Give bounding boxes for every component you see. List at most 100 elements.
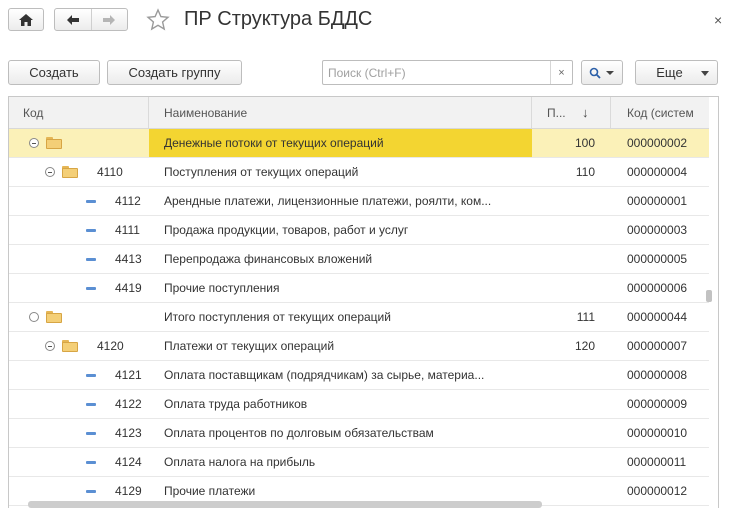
row-code: 4123 <box>115 426 142 440</box>
cell-p <box>532 361 611 389</box>
cell-system-code: 000000011 <box>627 455 687 469</box>
cell-p <box>532 477 611 505</box>
search-box: × <box>322 60 573 85</box>
expand-placeholder-icon[interactable] <box>29 312 39 322</box>
star-icon <box>146 8 170 31</box>
more-button[interactable]: Еще <box>635 60 718 85</box>
table-row[interactable]: 4122 Оплата труда работников 000000009 <box>9 390 709 419</box>
collapse-icon[interactable] <box>29 138 39 148</box>
cell-name: Продажа продукции, товаров, работ и услу… <box>164 223 409 237</box>
item-dash-icon <box>86 432 96 435</box>
table-row[interactable]: 4112 Арендные платежи, лицензионные плате… <box>9 187 709 216</box>
row-code: 4129 <box>115 484 142 498</box>
cell-name: Оплата труда работников <box>164 397 308 411</box>
cell-system-code: 000000010 <box>627 426 688 440</box>
create-button[interactable]: Создать <box>8 60 100 85</box>
table-row[interactable]: 4413 Перепродажа финансовых вложений 00000… <box>9 245 709 274</box>
cell-name: Итого поступления от текущих операций <box>164 310 391 324</box>
search-options-button[interactable] <box>581 60 623 85</box>
cell-system-code: 000000005 <box>627 252 688 266</box>
cell-name: Оплата процентов по долговым обязательст… <box>164 426 434 440</box>
cell-code: 4123 <box>9 419 149 447</box>
cell-p: 111 <box>576 310 595 324</box>
folder-icon <box>46 311 62 323</box>
back-button[interactable] <box>55 9 91 30</box>
table-row[interactable]: 4111 Продажа продукции, товаров, работ и … <box>9 216 709 245</box>
cell-p: 110 <box>575 165 595 179</box>
item-dash-icon <box>86 258 96 261</box>
cell-code: 4122 <box>9 390 149 418</box>
column-header-p-label: П... <box>547 105 566 120</box>
cell-code: 4413 <box>9 245 149 273</box>
cell-code: 4111 <box>9 216 149 244</box>
cell-system-code: 000000003 <box>627 223 688 237</box>
cell-system-code: 000000004 <box>627 165 688 179</box>
cell-name: Перепродажа финансовых вложений <box>164 252 373 266</box>
row-code: 4121 <box>115 368 142 382</box>
cell-system-code: 000000006 <box>627 281 688 295</box>
table-row[interactable]: Итого поступления от текущих операций 111… <box>9 303 709 332</box>
cell-code <box>9 303 149 331</box>
table-row[interactable]: 4124 Оплата налога на прибыль 000000011 <box>9 448 709 477</box>
search-input[interactable] <box>323 61 550 84</box>
cell-code: 4121 <box>9 361 149 389</box>
cell-p <box>532 419 611 447</box>
horizontal-scrollbar-thumb[interactable] <box>28 501 542 508</box>
command-bar: Создать Создать группу × Еще <box>0 58 736 88</box>
cell-system-code: 000000007 <box>627 339 688 353</box>
cell-p: 120 <box>574 339 595 353</box>
vertical-scrollbar[interactable] <box>705 96 713 508</box>
cell-code <box>9 129 149 157</box>
create-group-button[interactable]: Создать группу <box>107 60 242 85</box>
cell-system-code: 000000002 <box>627 136 688 150</box>
cell-system-code: 000000001 <box>627 194 688 208</box>
clear-search-button[interactable]: × <box>550 61 572 84</box>
cell-p <box>532 187 611 215</box>
item-dash-icon <box>86 229 96 232</box>
table-row[interactable]: Денежные потоки от текущих операций 100 00… <box>9 129 709 158</box>
column-header-name[interactable]: Наименование <box>149 97 532 128</box>
sort-arrow-icon: ↓ <box>582 105 589 120</box>
folder-icon <box>46 137 62 149</box>
folder-icon <box>62 166 78 178</box>
folder-icon <box>62 340 78 352</box>
cell-p: 100 <box>574 136 595 150</box>
item-dash-icon <box>86 200 96 203</box>
row-code: 4122 <box>115 397 142 411</box>
table-row[interactable]: 4120 Платежи от текущих операций 120 000000… <box>9 332 709 361</box>
cell-system-code: 000000044 <box>627 310 688 324</box>
cell-code: 4112 <box>9 187 149 215</box>
column-header-code[interactable]: Код <box>9 97 149 128</box>
table-row[interactable]: 4419 Прочие поступления 000000006 <box>9 274 709 303</box>
arrow-right-icon <box>103 14 116 25</box>
cell-code: 4419 <box>9 274 149 302</box>
close-icon[interactable]: × <box>714 12 722 28</box>
row-code: 4419 <box>115 281 142 295</box>
favorite-button[interactable] <box>144 6 172 34</box>
cell-system-code: 000000009 <box>627 397 688 411</box>
item-dash-icon <box>86 490 96 493</box>
collapse-icon[interactable] <box>45 341 55 351</box>
forward-button[interactable] <box>90 9 128 30</box>
table-row[interactable]: 4121 Оплата поставщикам (подрядчикам) за … <box>9 361 709 390</box>
search-icon <box>589 67 601 79</box>
cell-p <box>532 274 611 302</box>
chevron-down-icon <box>701 71 709 76</box>
row-code: 4111 <box>115 223 140 237</box>
vertical-scrollbar-thumb[interactable] <box>706 290 712 302</box>
title-bar: ПР Структура БДДС × <box>0 0 736 44</box>
table-row[interactable]: 4110 Поступления от текущих операций 110 00… <box>9 158 709 187</box>
cell-code: 4120 <box>9 332 149 360</box>
cell-system-code: 000000012 <box>627 484 688 498</box>
row-code: 4120 <box>97 339 124 353</box>
column-header-system-code[interactable]: Код (систем <box>611 97 709 128</box>
row-code: 4413 <box>115 252 142 266</box>
cell-system-code: 000000008 <box>627 368 688 382</box>
column-header-p[interactable]: П... ↓ <box>532 97 611 128</box>
cell-name: Прочие поступления <box>164 281 280 295</box>
collapse-icon[interactable] <box>45 167 55 177</box>
table-row[interactable]: 4123 Оплата процентов по долговым обязате… <box>9 419 709 448</box>
cell-name: Оплата поставщикам (подрядчикам) за сырь… <box>164 368 485 382</box>
home-button[interactable] <box>8 8 44 31</box>
item-dash-icon <box>86 461 96 464</box>
